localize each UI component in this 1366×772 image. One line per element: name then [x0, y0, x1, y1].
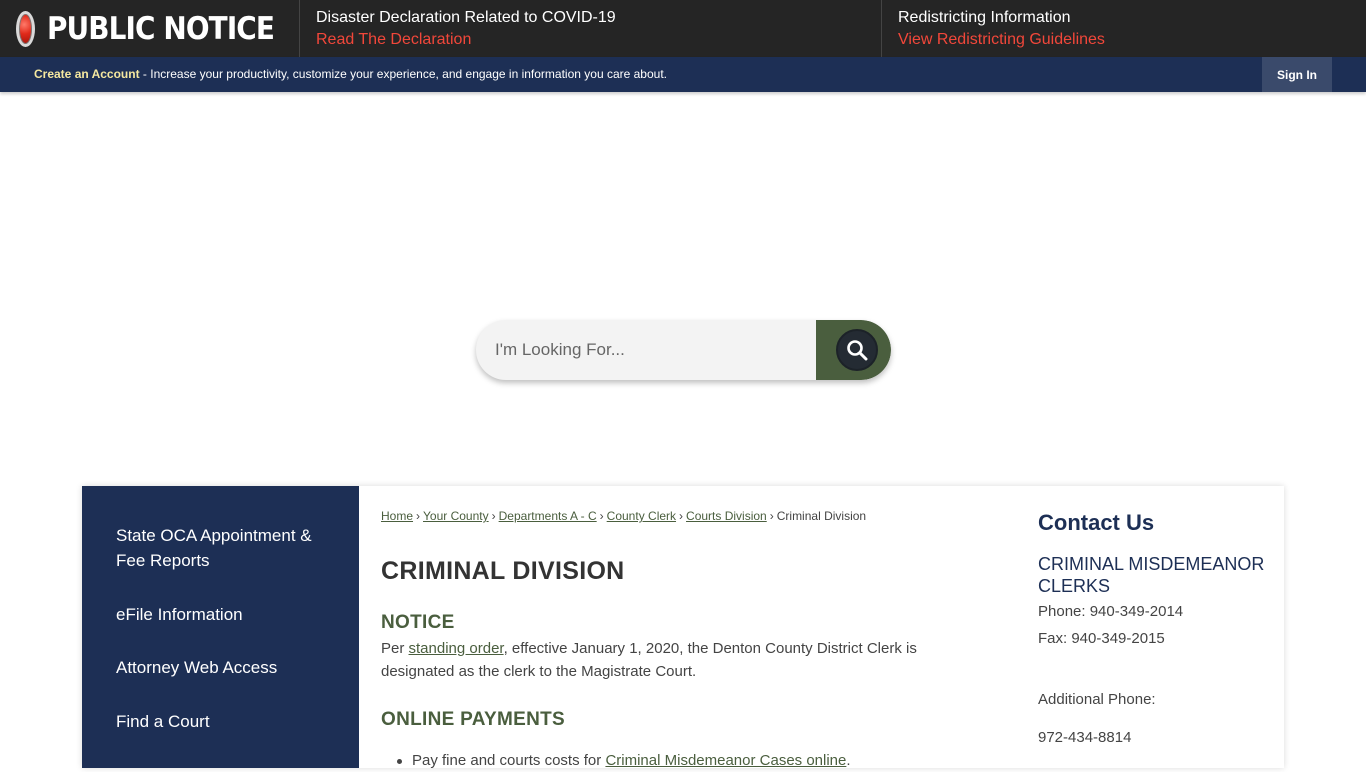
account-description: - Increase your productivity, customize …	[139, 67, 667, 81]
search-icon	[846, 340, 867, 361]
public-notice-brand: PUBLIC NOTICE	[0, 0, 300, 57]
search-input[interactable]	[476, 320, 816, 380]
breadcrumb-home[interactable]: Home	[381, 509, 413, 523]
account-bar: Create an Account - Increase your produc…	[0, 57, 1366, 92]
site-search	[476, 320, 891, 380]
search-icon-circle	[835, 329, 878, 371]
breadcrumb-county-clerk[interactable]: County Clerk	[607, 509, 676, 523]
breadcrumb-separator: ›	[416, 509, 421, 523]
alert-heading: Redistricting Information	[898, 9, 1071, 26]
contact-fax: Fax: 940-349-2015	[1038, 630, 1165, 647]
alert-light-icon	[16, 10, 35, 47]
notice-heading: NOTICE	[381, 612, 455, 633]
contact-phone: Phone: 940-349-2014	[1038, 603, 1184, 620]
contact-additional-label: Additional Phone:	[1038, 691, 1156, 708]
notice-prefix: Per	[381, 640, 409, 657]
online-payments-heading: ONLINE PAYMENTS	[381, 709, 565, 730]
bullet-suffix: .	[846, 752, 851, 769]
public-notice-title: PUBLIC NOTICE	[46, 10, 275, 47]
list-item: Pay fine and courts costs for Criminal M…	[397, 749, 851, 772]
breadcrumb-separator: ›	[679, 509, 684, 523]
breadcrumb-separator: ›	[491, 509, 496, 523]
contact-additional-phone: 972-434-8814	[1038, 729, 1132, 746]
side-nav-item-oca-reports[interactable]: State OCA Appointment & Fee Reports	[116, 523, 326, 573]
alert-heading: Disaster Declaration Related to COVID-19	[316, 9, 616, 26]
alert-item-covid: Disaster Declaration Related to COVID-19…	[300, 0, 882, 57]
read-declaration-link[interactable]: Read The Declaration	[316, 28, 881, 52]
alert-bar: PUBLIC NOTICE Disaster Declaration Relat…	[0, 0, 1366, 57]
notice-paragraph: Per standing order, effective January 1,…	[381, 637, 961, 683]
criminal-misdemeanor-cases-link[interactable]: Criminal Misdemeanor Cases online	[605, 752, 846, 769]
create-account-link[interactable]: Create an Account	[34, 67, 140, 81]
breadcrumb-your-county[interactable]: Your County	[423, 509, 489, 523]
alert-item-redistricting: Redistricting Information View Redistric…	[882, 0, 1366, 57]
side-nav-item-find-a-court[interactable]: Find a Court	[116, 709, 326, 734]
bullet-icon	[397, 758, 402, 764]
breadcrumb-departments[interactable]: Departments A - C	[499, 509, 597, 523]
search-button[interactable]	[816, 320, 891, 380]
side-nav: State OCA Appointment & Fee Reports eFil…	[82, 486, 359, 768]
side-nav-item-attorney-web-access[interactable]: Attorney Web Access	[116, 655, 326, 680]
account-message: Create an Account - Increase your produc…	[34, 67, 667, 81]
sign-in-button[interactable]: Sign In	[1262, 57, 1332, 92]
breadcrumb-separator: ›	[599, 509, 604, 523]
bullet-prefix: Pay fine and courts costs for	[412, 752, 606, 769]
breadcrumb-courts-division[interactable]: Courts Division	[686, 509, 767, 523]
breadcrumb-separator: ›	[769, 509, 774, 523]
contact-name: CRIMINAL MISDEMEANOR CLERKS	[1038, 554, 1265, 596]
redistricting-guidelines-link[interactable]: View Redistricting Guidelines	[898, 28, 1366, 52]
side-nav-item-efile[interactable]: eFile Information	[116, 602, 326, 627]
contact-title: Contact Us	[1038, 510, 1155, 535]
standing-order-link[interactable]: standing order	[409, 640, 504, 657]
page-title: CRIMINAL DIVISION	[381, 557, 625, 585]
breadcrumb: Home › Your County › Departments A - C › Count…	[381, 509, 866, 523]
breadcrumb-current: Criminal Division	[776, 509, 867, 523]
